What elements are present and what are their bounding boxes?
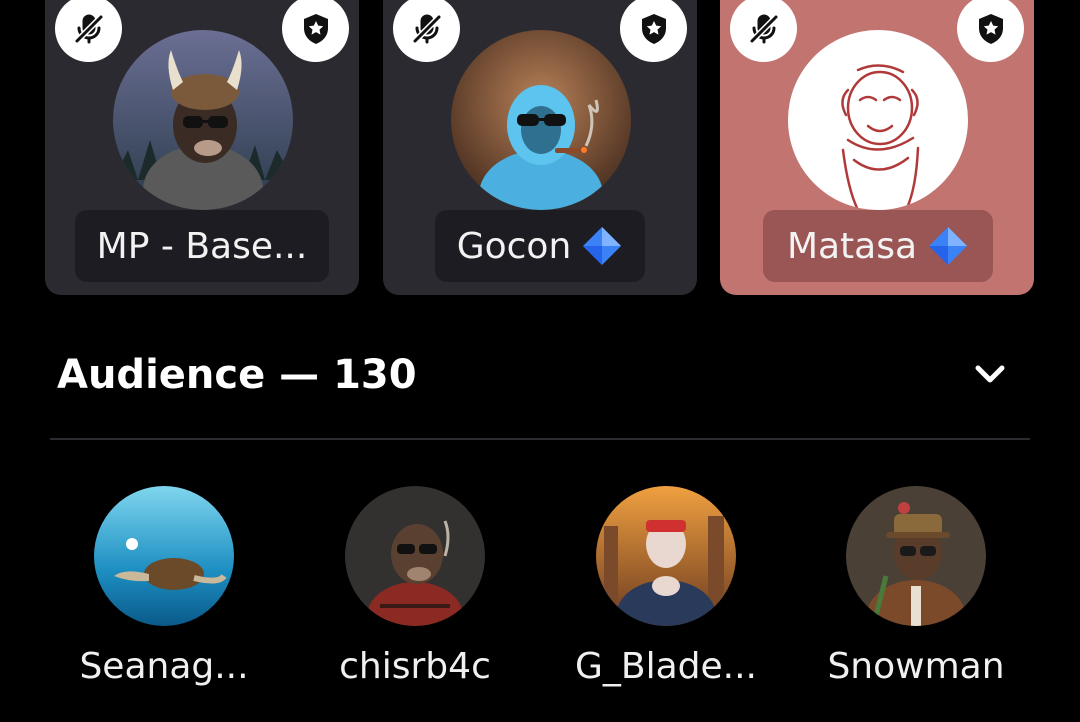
stage-screen: MP - Base... Gocon Matasa Audience — 130… — [0, 0, 1080, 722]
mic-muted-icon — [393, 0, 460, 62]
speaker-name-pill: MP - Base... — [75, 210, 329, 282]
member-name: Seanag... — [79, 646, 249, 687]
audience-member[interactable]: Snowman — [806, 486, 1026, 706]
member-name: Snowman — [827, 646, 1005, 687]
speaker-card-active[interactable]: Matasa — [720, 0, 1034, 295]
diamond-icon — [583, 227, 622, 265]
speaker-name-pill: Matasa — [763, 210, 993, 282]
divider — [50, 438, 1030, 440]
mic-muted-icon — [730, 0, 797, 62]
member-name: chisrb4c — [339, 646, 491, 687]
speaker-name: MP - Base... — [96, 225, 308, 267]
member-avatar — [846, 486, 986, 626]
speaker-avatar — [788, 30, 968, 210]
audience-member[interactable]: Seanag... — [54, 486, 274, 706]
speaker-avatar — [113, 30, 293, 210]
speaker-card[interactable]: Gocon — [383, 0, 697, 295]
mic-muted-icon — [55, 0, 122, 62]
audience-member[interactable]: G_Blade... — [556, 486, 776, 706]
member-avatar — [94, 486, 234, 626]
moderator-shield-icon — [620, 0, 687, 62]
diamond-icon — [929, 227, 968, 265]
audience-member[interactable]: chisrb4c — [305, 486, 525, 706]
moderator-shield-icon — [957, 0, 1024, 62]
member-name: G_Blade... — [575, 646, 757, 687]
chevron-down-icon[interactable] — [966, 350, 1014, 398]
speaker-card[interactable]: MP - Base... — [45, 0, 359, 295]
member-avatar — [345, 486, 485, 626]
speaker-name: Matasa — [786, 225, 918, 267]
speaker-avatar — [451, 30, 631, 210]
moderator-shield-icon — [282, 0, 349, 62]
speaker-name-pill: Gocon — [435, 210, 645, 282]
member-avatar — [596, 486, 736, 626]
speaker-name: Gocon — [456, 225, 572, 267]
audience-title: Audience — 130 — [57, 352, 417, 398]
